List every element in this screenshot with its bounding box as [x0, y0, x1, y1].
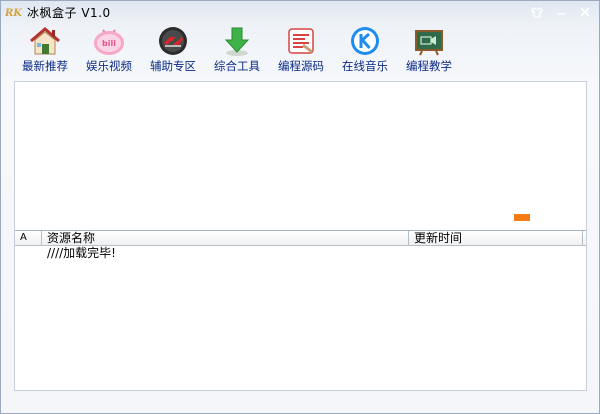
- column-header-name[interactable]: 资源名称: [42, 231, 409, 245]
- tool-label: 综合工具: [214, 59, 260, 73]
- chalkboard-icon: [412, 25, 446, 57]
- window-controls: [525, 3, 597, 21]
- skin-button[interactable]: [525, 3, 549, 21]
- tool-label: 编程教学: [406, 59, 452, 73]
- window-title: 冰枫盒子 V1.0: [27, 6, 111, 20]
- tool-general-tools[interactable]: 综合工具: [205, 25, 269, 77]
- tool-assist-zone[interactable]: 辅助专区: [141, 25, 205, 77]
- tool-label: 辅助专区: [150, 59, 196, 73]
- column-header-index[interactable]: A: [15, 231, 42, 245]
- row-index: [15, 246, 42, 260]
- tool-programming-teaching[interactable]: 编程教学: [397, 25, 461, 77]
- loading-progress-bar: [514, 214, 530, 221]
- crossfire-icon: [156, 25, 190, 57]
- tool-latest-recommend[interactable]: 最新推荐: [13, 25, 77, 77]
- house-icon: [28, 25, 62, 57]
- list-header: A 资源名称 更新时间: [15, 231, 586, 246]
- svg-text:RK: RK: [5, 8, 23, 18]
- kugou-music-icon: [348, 25, 382, 57]
- source-code-icon: [284, 25, 318, 57]
- close-button[interactable]: [573, 3, 597, 21]
- main-window: RK 冰枫盒子 V1.0 最新推荐 bili 娱乐视频 辅助专区 综合工具 编程…: [0, 0, 600, 414]
- column-header-time[interactable]: 更新时间: [409, 231, 583, 245]
- bilibili-icon: bili: [92, 25, 126, 57]
- shirt-icon: [531, 6, 543, 18]
- svg-text:bili: bili: [102, 39, 116, 48]
- resource-list[interactable]: A 资源名称 更新时间 ////加载完毕!: [15, 230, 586, 390]
- tool-label: 娱乐视频: [86, 59, 132, 73]
- download-arrow-icon: [220, 25, 254, 57]
- minimize-icon: [557, 13, 565, 15]
- title-bar[interactable]: RK 冰枫盒子 V1.0: [1, 1, 599, 23]
- close-icon: [580, 7, 590, 17]
- table-row[interactable]: ////加载完毕!: [15, 246, 586, 260]
- tool-label: 在线音乐: [342, 59, 388, 73]
- tool-source-code[interactable]: 编程源码: [269, 25, 333, 77]
- tool-label: 最新推荐: [22, 59, 68, 73]
- tool-online-music[interactable]: 在线音乐: [333, 25, 397, 77]
- list-rows: ////加载完毕!: [15, 246, 586, 260]
- row-time: [409, 246, 583, 260]
- toolbar: 最新推荐 bili 娱乐视频 辅助专区 综合工具 编程源码 在线音乐 编程教学: [13, 25, 461, 77]
- row-name: ////加载完毕!: [47, 246, 116, 260]
- tool-label: 编程源码: [278, 59, 324, 73]
- content-panel: A 资源名称 更新时间 ////加载完毕!: [14, 81, 587, 391]
- minimize-button[interactable]: [549, 3, 573, 21]
- tool-entertainment-video[interactable]: bili 娱乐视频: [77, 25, 141, 77]
- app-logo-icon: RK: [4, 5, 23, 19]
